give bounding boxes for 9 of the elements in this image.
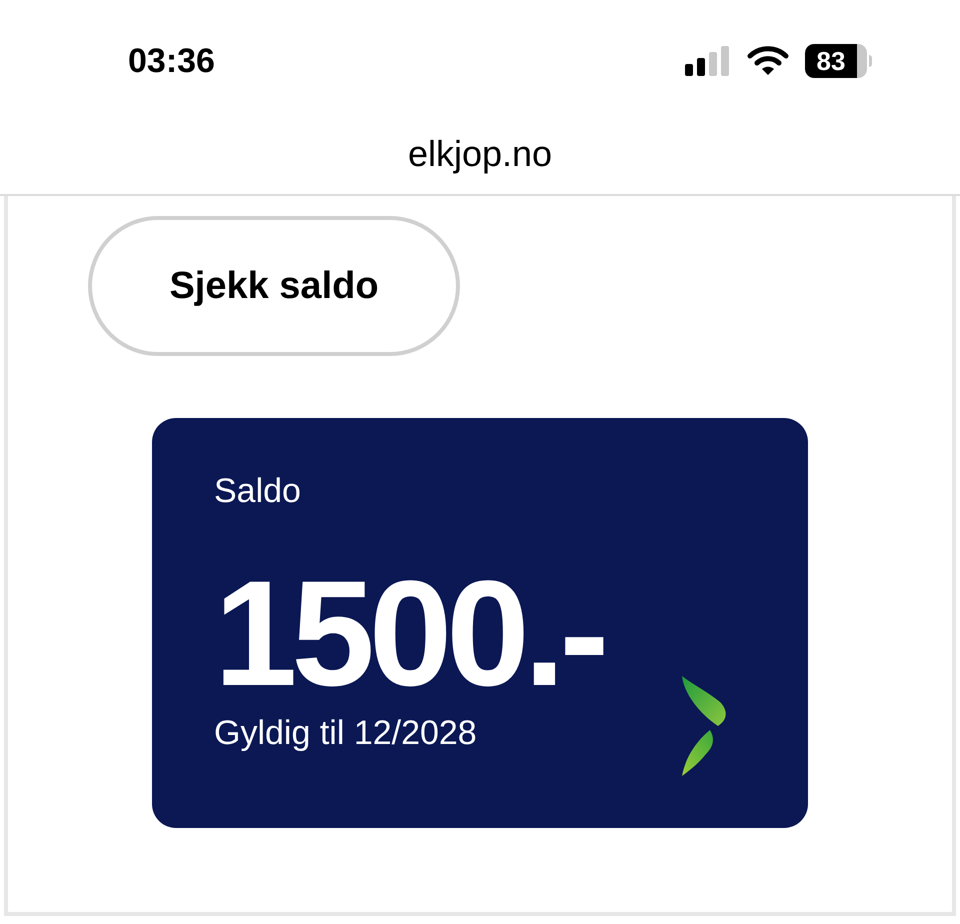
check-balance-button[interactable]: Sjekk saldo xyxy=(88,216,460,356)
signal-icon xyxy=(685,46,731,76)
card-validity: Gyldig til 12/2028 xyxy=(214,716,478,750)
address-url[interactable]: elkjop.no xyxy=(408,136,552,172)
battery-level: 83 xyxy=(816,48,846,74)
wifi-icon xyxy=(747,46,789,76)
card-label: Saldo xyxy=(214,474,302,508)
card-amount: 1500.- xyxy=(214,558,604,708)
status-time: 03:36 xyxy=(128,40,215,82)
